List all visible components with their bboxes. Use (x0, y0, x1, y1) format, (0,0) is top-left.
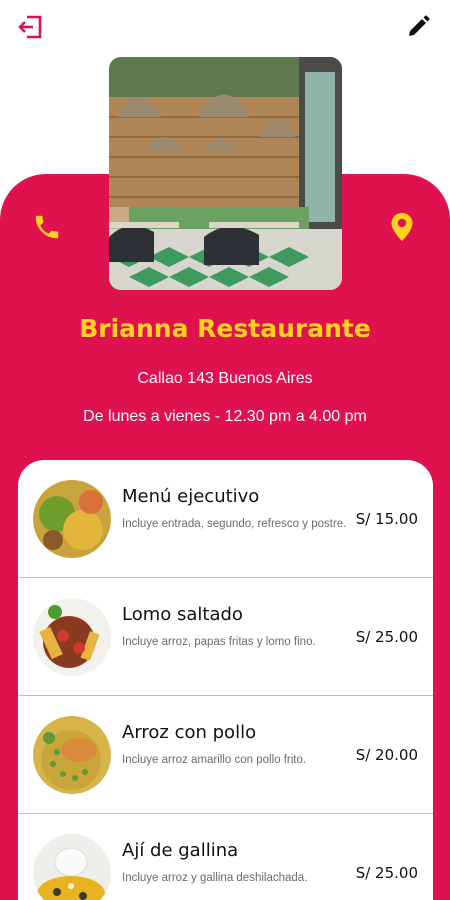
pencil-icon[interactable] (402, 11, 434, 43)
dish-price: S/ 15.00 (355, 510, 418, 528)
restaurant-address: Callao 143 Buenos Aires (137, 370, 313, 387)
dish-thumbnail (33, 480, 111, 558)
dish-thumbnail (33, 716, 111, 794)
top-bar (0, 0, 450, 56)
menu-item[interactable]: Menú ejecutivo Incluye entrada, segundo,… (18, 460, 433, 578)
exit-icon[interactable] (15, 11, 47, 43)
dish-title: Arroz con pollo (122, 722, 257, 743)
restaurant-photo (109, 57, 342, 290)
restaurant-hours: De lunes a vienes - 12.30 pm a 4.00 pm (83, 408, 367, 425)
dish-title: Lomo saltado (122, 604, 243, 625)
dish-thumbnail (33, 598, 111, 676)
dish-price: S/ 25.00 (355, 864, 418, 882)
menu-list: Menú ejecutivo Incluye entrada, segundo,… (18, 460, 433, 900)
dish-title: Menú ejecutivo (122, 486, 260, 507)
dish-price: S/ 20.00 (355, 746, 418, 764)
dish-description: Incluye arroz amarillo con pollo frito. (122, 754, 307, 766)
menu-item[interactable]: Arroz con pollo Incluye arroz amarillo c… (18, 696, 433, 814)
dish-price: S/ 25.00 (355, 628, 418, 646)
restaurant-name: Brianna Restaurante (79, 314, 371, 343)
phone-icon[interactable] (30, 210, 64, 244)
dish-description: Incluye arroz y gallina deshilachada. (122, 872, 308, 884)
dish-description: Incluye entrada, segundo, refresco y pos… (122, 518, 347, 530)
dish-thumbnail (33, 834, 111, 900)
dish-title: Ají de gallina (122, 840, 239, 861)
menu-item[interactable]: Lomo saltado Incluye arroz, papas fritas… (18, 578, 433, 696)
menu-item[interactable]: Ají de gallina Incluye arroz y gallina d… (18, 814, 433, 900)
dish-description: Incluye arroz, papas fritas y lomo fino. (122, 636, 316, 648)
map-pin-icon[interactable] (385, 210, 419, 244)
